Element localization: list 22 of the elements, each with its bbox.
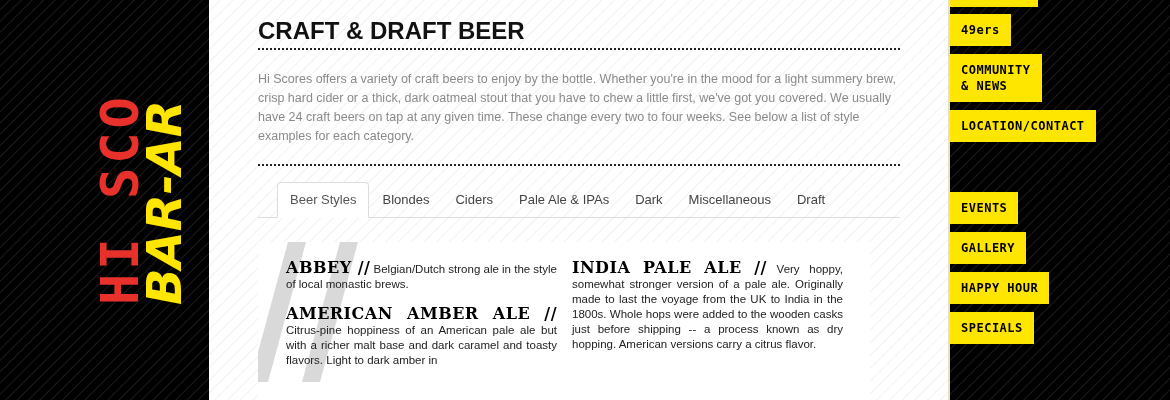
nav-link[interactable]: GALLERY xyxy=(950,232,1027,264)
page-title: CRAFT & DRAFT BEER xyxy=(258,16,526,46)
tab[interactable]: Ciders xyxy=(442,182,507,218)
intro-paragraph: Hi Scores offers a variety of craft beers to enjoy by the bottle. Whether you're in the mood for a light summery brew, crisp hard cider or a thick, dark oatmeal stout that you have to chew a little first, we've got you covered. We usually have 24 craft beers on tap at any given time. These change every two to four weeks. See below a list of style examples for each category. xyxy=(258,71,897,145)
style-description: INDIA PALE ALE // Very hoppy, somewhat stronger version of a pale ale. Originally made to last the voyage from the UK to India in the 1800s. Whole hops were added to the wooden casks just before shipping -- a process known as dry hopping. American versions carry a citrus flavor. xyxy=(572,260,843,352)
logo-tagline: BAR-AR xyxy=(142,100,186,305)
tab[interactable]: Dark xyxy=(622,182,676,218)
tab[interactable]: Beer Styles xyxy=(277,182,370,218)
nav-link[interactable]: 49ers xyxy=(950,14,1011,46)
tab[interactable]: Miscellaneous xyxy=(675,182,784,218)
nav-link[interactable]: COMMUNITY & NEWS xyxy=(950,54,1042,102)
tab[interactable]: Pale Ale & IPAs xyxy=(506,182,623,218)
nav-link[interactable]: HAPPY HOUR xyxy=(950,272,1050,304)
nav-link[interactable]: SPECIALS xyxy=(950,312,1034,344)
tab[interactable]: Draft xyxy=(783,182,839,218)
nav-link[interactable]: EVENTS xyxy=(950,192,1019,224)
nav-item[interactable] xyxy=(950,0,1038,7)
style-description: AMERICAN AMBER ALE // Citrus-pine hoppiness of an American pale ale but with a richer malt base and dark caramel and toasty flavors. Light to dark amber in xyxy=(286,306,557,368)
logo-text: HI SCO xyxy=(98,93,142,305)
tab[interactable]: Blondes xyxy=(369,182,443,218)
nav-link[interactable]: LOCATION/CONTACT xyxy=(950,110,1096,142)
style-description: ABBEY // Belgian/Dutch strong ale in the style of local monastic brews. xyxy=(286,260,557,292)
